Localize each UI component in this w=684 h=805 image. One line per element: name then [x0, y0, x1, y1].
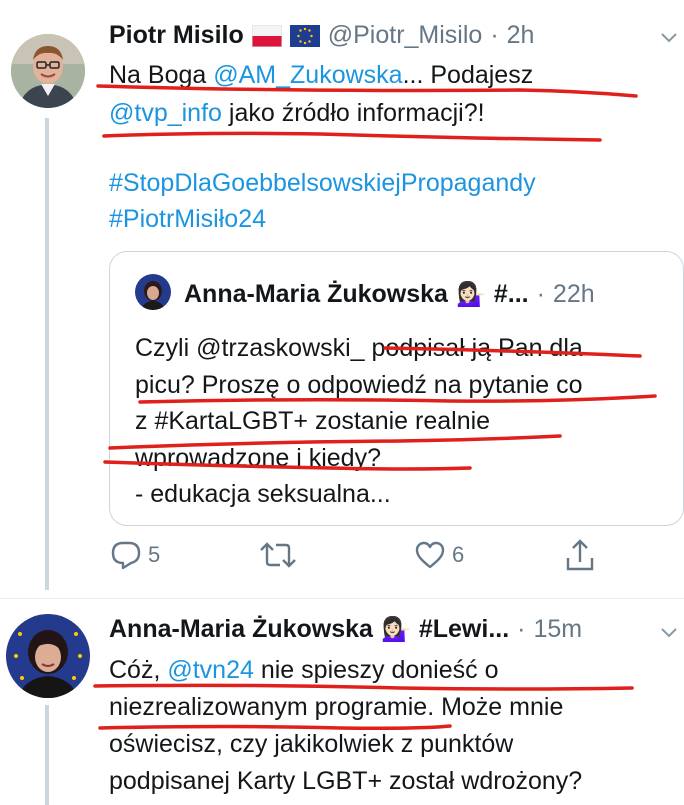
quoted-timestamp: 22h [552, 280, 595, 308]
quoted-text-line: z #KartaLGBT+ zostanie realnie [135, 407, 491, 435]
avatar-photo [6, 614, 90, 698]
chevron-down-icon[interactable] [660, 32, 678, 44]
text-segment: Na Boga [109, 61, 214, 89]
author-handle[interactable]: @Piotr_Misilo [328, 21, 483, 50]
chevron-down-icon[interactable] [660, 627, 678, 639]
tweet-text-line-2: @tvp_info jako źródło informacji?! [109, 94, 485, 132]
text-segment: ... Podajesz [402, 61, 534, 89]
quoted-text-line: picu? Proszę o odpowiedź na pytanie co [135, 371, 583, 399]
thread-line [45, 118, 49, 590]
mention-link[interactable]: @AM_Zukowska [213, 61, 402, 89]
share-button[interactable] [565, 538, 595, 572]
emoji-person-tipping-hand: 💁🏻‍♀️ [380, 616, 411, 643]
tweet-text-line-2: niezrealizowanym programie. Może mnie [109, 693, 564, 721]
emoji-person-tipping-hand: 💁🏻‍♀️ [455, 281, 486, 308]
text-segment: nie spieszy donieść o [253, 656, 499, 684]
tweet-divider [0, 598, 684, 599]
heart-icon [415, 541, 445, 569]
tweet-timestamp[interactable]: 15m [533, 615, 582, 644]
quoted-text-line: wprowadzone i kiedy? [135, 444, 381, 472]
reply-count: 5 [148, 542, 161, 567]
quoted-author-tag: #... [493, 280, 529, 308]
tweet-text-line-1: Na Boga @AM_Zukowska... Podajesz [109, 56, 533, 94]
text-segment: jako źródło informacji?! [221, 99, 485, 127]
eu-flag-icon [289, 24, 320, 47]
like-button[interactable]: 6 [414, 540, 464, 570]
quoted-avatar[interactable] [135, 274, 171, 310]
retweet-icon [260, 542, 296, 568]
reply-button[interactable]: 5 [110, 540, 160, 570]
retweet-button[interactable] [258, 540, 304, 570]
avatar-photo [11, 34, 85, 108]
tweet-timestamp[interactable]: 2h [507, 21, 535, 50]
author-tag: #Lewi... [418, 615, 510, 643]
author-name[interactable]: Piotr Misilo [109, 21, 244, 50]
quoted-text-line: Czyli @trzaskowski_ podpisał ją Pan dla [135, 334, 583, 362]
hashtag-link[interactable]: #PiotrMisiło24 [109, 200, 266, 238]
meta-separator: · [490, 21, 499, 49]
thread-line [45, 705, 49, 805]
reply-icon [111, 541, 141, 570]
author-name[interactable]: Anna-Maria Żukowska [109, 615, 373, 644]
quoted-text-line: - edukacja seksualna... [135, 480, 391, 508]
meta-separator: · [536, 280, 545, 308]
share-icon [566, 539, 594, 571]
tweet-text-line-1: Cóż, @tvn24 nie spieszy donieść o [109, 651, 499, 689]
mention-link[interactable]: @tvn24 [167, 656, 254, 684]
meta-separator: · [517, 615, 526, 643]
avatar-anna-maria-zukowska[interactable] [6, 614, 90, 698]
avatar-photo [135, 274, 171, 310]
mention-link[interactable]: @tvp_info [109, 99, 222, 127]
text-segment: Cóż, [109, 656, 168, 684]
avatar-piotr-misilo[interactable] [11, 34, 85, 108]
hashtag-link[interactable]: #StopDlaGoebbelsowskiejPropagandy [109, 164, 536, 202]
quoted-author-name[interactable]: Anna-Maria Żukowska [184, 280, 448, 309]
tweet-text-line-4: podpisanej Karty LGBT+ został wdrożony? [109, 767, 583, 795]
tweet-text-line-3: oświecisz, czy jakikolwiek z punktów [109, 730, 514, 758]
poland-flag-icon [251, 24, 282, 47]
like-count: 6 [452, 542, 465, 567]
